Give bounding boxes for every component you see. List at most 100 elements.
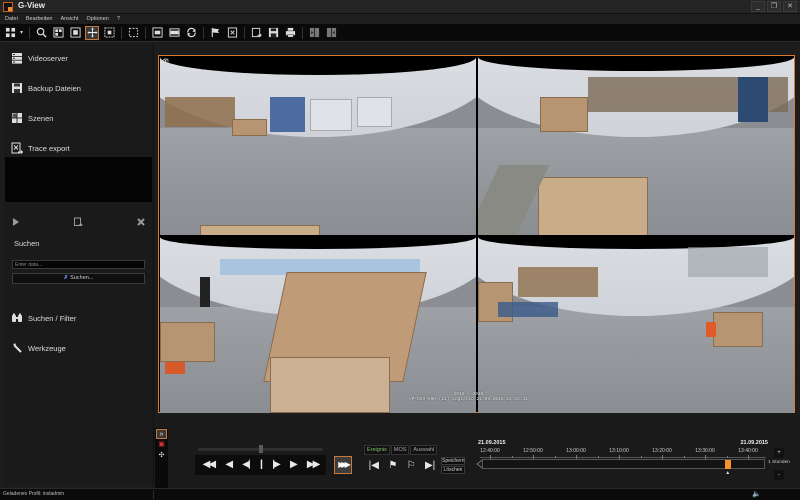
wide-view-button[interactable] bbox=[167, 26, 181, 40]
sidebar-item-suchen-filter[interactable]: Suchen / Filter bbox=[11, 310, 76, 326]
sidebar-item-szenen[interactable]: Szenen bbox=[11, 110, 53, 126]
step-forward-button[interactable]: |▶ bbox=[272, 455, 280, 475]
speed-slider[interactable] bbox=[198, 445, 323, 453]
rewind-button[interactable]: ◀ bbox=[225, 455, 233, 475]
sidebar-item-trace-export[interactable]: Trace export bbox=[11, 140, 70, 156]
event-actions: Speichern Löschen bbox=[441, 457, 465, 474]
save-event-button[interactable]: Speichern bbox=[441, 457, 465, 465]
move-button[interactable] bbox=[85, 25, 100, 40]
camera-door bbox=[738, 77, 768, 122]
playback-mode-button[interactable]: » bbox=[156, 429, 167, 439]
step-back-button[interactable]: ◀| bbox=[242, 455, 250, 475]
menu-bearbeiten[interactable]: Bearbeiten bbox=[26, 14, 53, 24]
layout-dropdown-icon[interactable]: ▾ bbox=[20, 29, 23, 36]
play-button[interactable]: ▶ bbox=[290, 455, 298, 475]
next-flag-button[interactable]: ⚐ bbox=[407, 460, 416, 471]
save-icon bbox=[268, 27, 278, 38]
menu-optionen[interactable]: Optionen bbox=[87, 14, 109, 24]
play-trace-button[interactable] bbox=[11, 214, 21, 226]
first-event-button[interactable]: |◀ bbox=[369, 460, 379, 471]
speed-slider-handle[interactable] bbox=[258, 445, 263, 453]
move-mode-button[interactable]: ✣ bbox=[156, 451, 167, 461]
menu-datei[interactable]: Datei bbox=[5, 14, 18, 24]
export-trace-button[interactable] bbox=[73, 214, 83, 227]
sidebar-item-label: Suchen / Filter bbox=[28, 313, 77, 323]
timeline-zoom-out-button[interactable]: - bbox=[774, 470, 784, 480]
prev-flag-button[interactable]: ⚑ bbox=[388, 460, 397, 471]
select-button[interactable] bbox=[126, 26, 140, 40]
timeline-position-marker[interactable] bbox=[725, 460, 732, 469]
timeline-minor-tick bbox=[597, 456, 599, 458]
timeline-date-left: 21.09.2015 bbox=[478, 440, 506, 446]
delete-trace-button[interactable] bbox=[136, 214, 146, 226]
fast-forward-button[interactable]: ▶▶ bbox=[307, 455, 320, 475]
split-right-button[interactable] bbox=[324, 26, 338, 40]
timeline-track[interactable] bbox=[482, 459, 765, 469]
timeline-tick bbox=[533, 455, 534, 459]
timeline-minor-tick bbox=[640, 456, 642, 458]
record-mode-button[interactable]: ▣ bbox=[156, 440, 167, 450]
g-view-app: G-View _ ❐ ✕ Datei Bearbeiten Ansicht Op… bbox=[0, 0, 800, 500]
trace-list[interactable] bbox=[5, 157, 152, 202]
camera-view-4[interactable] bbox=[478, 237, 794, 413]
search-input[interactable] bbox=[12, 260, 145, 269]
print-button[interactable] bbox=[283, 26, 297, 40]
sidebar-item-werkzeuge[interactable]: Werkzeuge bbox=[11, 340, 66, 356]
close-button[interactable]: ✕ bbox=[783, 1, 797, 12]
export-icon bbox=[74, 217, 83, 227]
timeline-zoom-label: 1 Stunden bbox=[768, 460, 790, 465]
restore-button[interactable]: ❐ bbox=[767, 1, 781, 12]
flag-icon bbox=[211, 27, 219, 38]
single-view-icon bbox=[151, 27, 163, 38]
tab-ereignis[interactable]: Ereignis bbox=[364, 445, 390, 455]
sidebar-item-backup-dateien[interactable]: Backup Dateien bbox=[11, 80, 81, 96]
timeline-tick-label: 13:40:00 bbox=[738, 448, 758, 454]
timeline-tick-label: 12:50:00 bbox=[523, 448, 543, 454]
split-left-button[interactable] bbox=[307, 26, 321, 40]
camera-view-2[interactable] bbox=[478, 57, 794, 235]
export-button[interactable] bbox=[249, 26, 263, 40]
select-area-button[interactable] bbox=[102, 26, 116, 40]
transport-controls: ◀◀ ◀ ◀| || |▶ ▶ ▶▶ bbox=[195, 455, 326, 475]
toolbar: ▾ bbox=[0, 24, 800, 42]
single-view-button[interactable] bbox=[150, 26, 164, 40]
volume-icon[interactable]: 🔈 bbox=[752, 490, 761, 498]
fast-mode-button[interactable]: ▶▶▶ bbox=[334, 456, 352, 474]
camera-floor bbox=[160, 128, 476, 235]
pause-button[interactable]: || bbox=[260, 455, 264, 475]
menu-ansicht[interactable]: Ansicht bbox=[60, 14, 78, 24]
view-overlay-icons: 👁 ✣ bbox=[162, 59, 170, 75]
fullscreen-button[interactable] bbox=[68, 26, 82, 40]
toolbar-separator bbox=[203, 26, 205, 39]
save-button[interactable] bbox=[266, 26, 280, 40]
camera-box bbox=[232, 119, 267, 136]
timeline-zoom-in-button[interactable]: + bbox=[774, 448, 784, 458]
last-event-button[interactable]: ▶| bbox=[425, 460, 435, 471]
sidebar-item-videoserver[interactable]: Videoserver bbox=[11, 50, 68, 66]
app-logo-icon bbox=[3, 2, 13, 12]
minimize-button[interactable]: _ bbox=[751, 1, 765, 12]
timeline-tick-label: 13:10:00 bbox=[609, 448, 629, 454]
eye-icon[interactable]: 👁 bbox=[162, 59, 170, 66]
camera-shelf bbox=[165, 97, 235, 127]
toolbar-separator bbox=[121, 26, 123, 39]
camera-view-3[interactable] bbox=[160, 237, 476, 413]
camera-view-1[interactable] bbox=[160, 57, 476, 235]
zoom-button[interactable] bbox=[34, 26, 48, 40]
sidebar-item-label: Szenen bbox=[28, 113, 54, 123]
tab-mos[interactable]: MOS bbox=[390, 445, 410, 455]
delete-event-button[interactable]: Löschen bbox=[441, 466, 465, 474]
trace-button[interactable] bbox=[225, 26, 239, 40]
grid-view-button[interactable] bbox=[51, 26, 65, 40]
rotate-button[interactable] bbox=[184, 26, 198, 40]
flag-button[interactable] bbox=[208, 26, 222, 40]
video-view[interactable]: 👁 ✣ 2015 / 2015 VM-033-GRR (11) Logistic… bbox=[158, 55, 795, 413]
title-bar: G-View _ ❐ ✕ bbox=[0, 0, 800, 14]
search-button[interactable]: ✗ Suchen... bbox=[12, 273, 145, 284]
timeline[interactable]: 21.09.2015 21.09.2015 ▲ 12:40:00 12:50:00… bbox=[476, 440, 768, 480]
menu-help[interactable]: ? bbox=[117, 14, 120, 24]
layout-grid-button[interactable] bbox=[3, 26, 17, 40]
move-icon[interactable]: ✣ bbox=[162, 68, 170, 75]
rewind-fast-button[interactable]: ◀◀ bbox=[203, 455, 216, 475]
tab-auswahl[interactable]: Auswahl bbox=[410, 445, 438, 455]
